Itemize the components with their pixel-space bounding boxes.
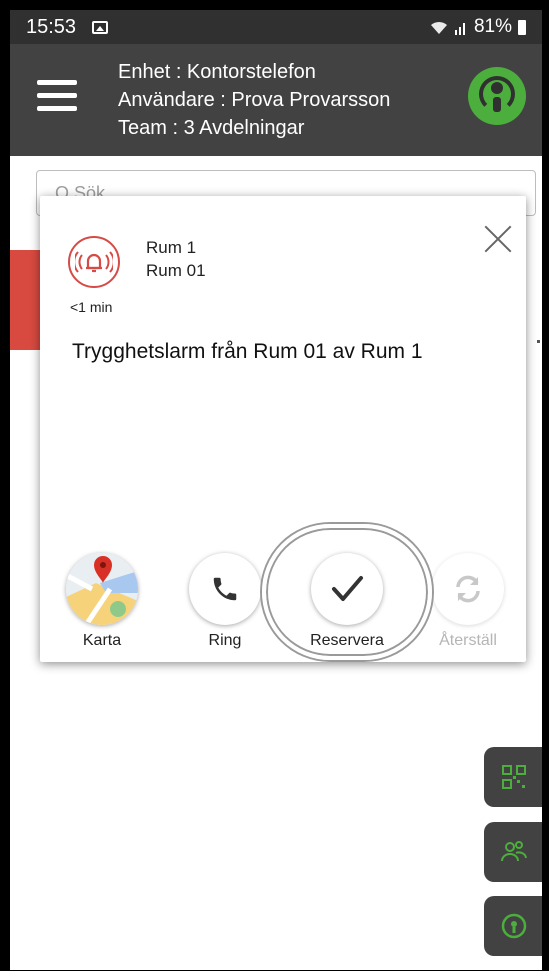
image-notification-icon	[92, 21, 108, 34]
highlight-circle	[262, 524, 432, 660]
map-icon	[66, 553, 138, 625]
call-label: Ring	[208, 632, 242, 649]
alarm-bell-icon	[68, 236, 120, 288]
alarm-list-indicator	[10, 250, 40, 350]
alarm-room-line1: Rum 1	[146, 238, 197, 257]
overflow-dot	[537, 340, 540, 343]
menu-icon[interactable]	[37, 80, 77, 112]
status-time: 15:53	[26, 16, 77, 38]
qr-code-icon	[502, 765, 526, 789]
wifi-icon	[430, 21, 447, 34]
status-indicators: 81%	[430, 16, 526, 38]
reset-label: Återställ	[439, 632, 497, 649]
alarm-room-line2: Rum 01	[146, 261, 206, 280]
status-bar: 15:53 81%	[10, 10, 542, 44]
alarm-elapsed-time: <1 min	[70, 299, 113, 315]
battery-percent: 81%	[473, 16, 512, 37]
reset-button[interactable]: Återställ	[430, 553, 506, 650]
header-info: Enhet : Kontorstelefon Användare : Prova…	[118, 58, 390, 142]
app-logo-icon	[468, 67, 526, 125]
refresh-icon	[432, 553, 504, 625]
alarm-message: Trygghetslarm från Rum 01 av Rum 1	[72, 340, 423, 363]
map-label: Karta	[82, 632, 122, 649]
map-button[interactable]: Karta	[64, 553, 140, 650]
app-header: Enhet : Kontorstelefon Användare : Prova…	[10, 44, 542, 156]
logo-button[interactable]	[484, 896, 542, 956]
people-icon	[501, 841, 527, 862]
alarm-dialog: <1 min Rum 1 Rum 01 Trygghetslarm från R…	[40, 196, 526, 662]
info-icon	[501, 913, 527, 939]
team-button[interactable]	[484, 822, 542, 882]
call-button[interactable]: Ring	[187, 553, 263, 650]
team-label: Team : 3 Avdelningar	[118, 117, 305, 139]
qr-code-button[interactable]	[484, 747, 542, 807]
signal-icon	[454, 22, 465, 35]
device-label: Enhet : Kontorstelefon	[118, 61, 316, 83]
phone-screen: 15:53 81% Enhet : Kontorstelefon Använda…	[10, 10, 542, 970]
close-icon[interactable]	[480, 220, 516, 256]
phone-icon	[189, 553, 261, 625]
battery-icon	[518, 19, 526, 35]
user-label: Användare : Prova Provarsson	[118, 89, 391, 111]
alarm-room: Rum 1 Rum 01	[146, 236, 206, 282]
